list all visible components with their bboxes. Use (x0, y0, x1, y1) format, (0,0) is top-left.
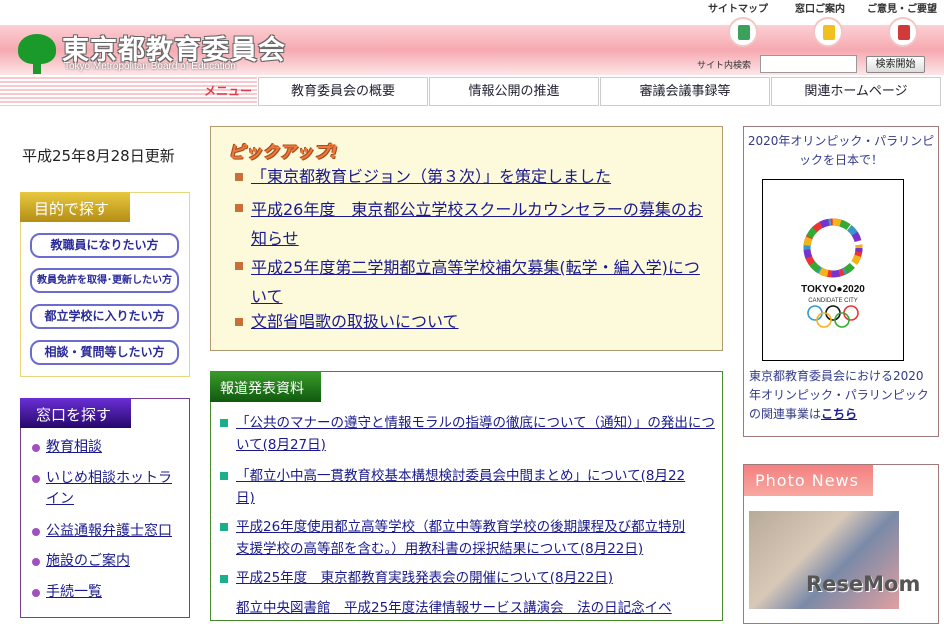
olympic-description: 東京都教育委員会における2020年オリンピック・パラリンピックの関連事業はこちら (749, 367, 935, 424)
flower-wreath-icon: TOKYO●2020 CANDIDATE CITY (801, 218, 865, 328)
logo-subtext: CANDIDATE CITY (808, 298, 858, 304)
tokyo-logo-stem (33, 58, 41, 74)
list-item: 手続一覧 (32, 582, 182, 603)
bullet-icon (32, 475, 40, 483)
bullet-icon (220, 419, 228, 427)
list-item: いじめ相談ホットライン (32, 468, 177, 510)
bullet-icon (235, 318, 243, 326)
window-link[interactable]: 公益通報弁護士窓口 (46, 521, 182, 542)
bullet-icon (220, 575, 228, 583)
olympic-link[interactable]: こちら (821, 407, 857, 421)
news-link[interactable]: 都立中央図書館 平成25年度法律情報サービス講演会 法の日記念イベ (236, 600, 672, 616)
list-item: 平成26年度使用都立高等学校（都立中等教育学校の後期課程及び都立特別支援学校の高… (220, 516, 696, 560)
search-input[interactable] (760, 55, 857, 73)
person-icon[interactable] (813, 17, 843, 47)
news-link[interactable]: 平成25年度 東京都教育実践発表会の開催について(8月22日) (236, 570, 613, 586)
window-link[interactable]: 手続一覧 (46, 582, 182, 603)
logo-text: TOKYO●2020 (801, 284, 865, 295)
feedback-link[interactable]: ご意見・ご要望 (867, 0, 937, 15)
bullet-icon (235, 204, 243, 212)
bullet-icon (32, 444, 40, 452)
news-heading: 報道発表資料 (210, 372, 321, 402)
pickup-link[interactable]: 平成25年度第二学期都立高等学校補欠募集(転学・編入学)について (251, 253, 715, 311)
list-item: 公益通報弁護士窓口 (32, 521, 182, 542)
list-item: 施設のご案内 (32, 551, 182, 572)
purpose-button-teacher[interactable]: 教職員になりたい方 (30, 233, 179, 258)
bullet-icon (32, 558, 40, 566)
purpose-button-consult[interactable]: 相談・質問等したい方 (30, 340, 179, 365)
bullet-icon (235, 173, 243, 181)
document-icon[interactable] (728, 17, 758, 47)
tab-overview[interactable]: 教育委員会の概要 (258, 77, 428, 106)
window-link[interactable]: 教育相談 (46, 437, 182, 458)
list-item: 「東京都教育ビジョン（第３次）」を策定しました (235, 164, 715, 190)
list-item: 「公共のマナーの遵守と情報モラルの指導の徹底について（通知）」の発出について(8… (220, 412, 716, 456)
tab-disclosure[interactable]: 情報公開の推進 (429, 77, 599, 106)
search-label: サイト内検索 (697, 61, 752, 71)
window-heading: 窓口を探す (20, 398, 131, 428)
window-link[interactable]: 施設のご案内 (46, 551, 182, 572)
pickup-link[interactable]: 平成26年度 東京都公立学校スクールカウンセラーの募集のお知らせ (251, 195, 705, 253)
sitemap-link[interactable]: サイトマップ (708, 0, 768, 15)
news-link[interactable]: 平成26年度使用都立高等学校（都立中等教育学校の後期課程及び都立特別支援学校の高… (236, 519, 685, 557)
purpose-heading: 目的で探す (20, 192, 130, 222)
news-link[interactable]: 「都立小中高一貫教育校基本構想検討委員会中間まとめ」について(8月22日) (236, 468, 685, 506)
search-button[interactable]: 検索開始 (866, 56, 925, 73)
olympic-bid-logo[interactable]: TOKYO●2020 CANDIDATE CITY (762, 179, 904, 361)
photo-news-heading: Photo News (744, 465, 873, 496)
pickup-link[interactable]: 文部省唱歌の取扱いについて (251, 309, 715, 335)
list-item: 平成25年度 東京都教育実践発表会の開催について(8月22日) (220, 568, 716, 589)
list-item: 教育相談 (32, 437, 182, 458)
bullet-icon (220, 472, 228, 480)
window-guide-link[interactable]: 窓口ご案内 (795, 0, 845, 15)
pickup-link[interactable]: 「東京都教育ビジョン（第３次）」を策定しました (251, 164, 715, 190)
tab-minutes[interactable]: 審議会議事録等 (600, 77, 770, 106)
pickup-heading: ピックアップ! (228, 143, 338, 163)
bullet-icon (235, 262, 243, 270)
list-item: 平成25年度第二学期都立高等学校補欠募集(転学・編入学)について (235, 253, 715, 311)
tab-related-links[interactable]: 関連ホームページ (771, 77, 941, 106)
watermark-logo: ReseMom (806, 572, 921, 596)
updated-date: 平成25年8月28日更新 (22, 147, 175, 165)
postbox-icon[interactable] (888, 17, 918, 47)
olympic-heading: 2020年オリンピック・パラリンピックを日本で！ (747, 134, 935, 167)
list-item: 「都立小中高一貫教育校基本構想検討委員会中間まとめ」について(8月22日) (220, 465, 686, 509)
list-item: 文部省唱歌の取扱いについて (235, 309, 715, 335)
window-link[interactable]: いじめ相談ホットライン (46, 468, 177, 510)
list-item: 平成26年度 東京都公立学校スクールカウンセラーの募集のお知らせ (235, 195, 705, 253)
purpose-button-admission[interactable]: 都立学校に入りたい方 (30, 304, 179, 329)
bullet-icon (32, 589, 40, 597)
menu-label: メニュー (204, 84, 253, 98)
purpose-button-license[interactable]: 教員免許を取得･更新したい方 (30, 268, 179, 293)
bullet-icon (220, 523, 228, 531)
bullet-icon (32, 528, 40, 536)
site-subtitle: Tokyo Metropolitan Board of Education (64, 61, 236, 72)
news-link[interactable]: 「公共のマナーの遵守と情報モラルの指導の徹底について（通知）」の発出について(8… (236, 415, 715, 453)
